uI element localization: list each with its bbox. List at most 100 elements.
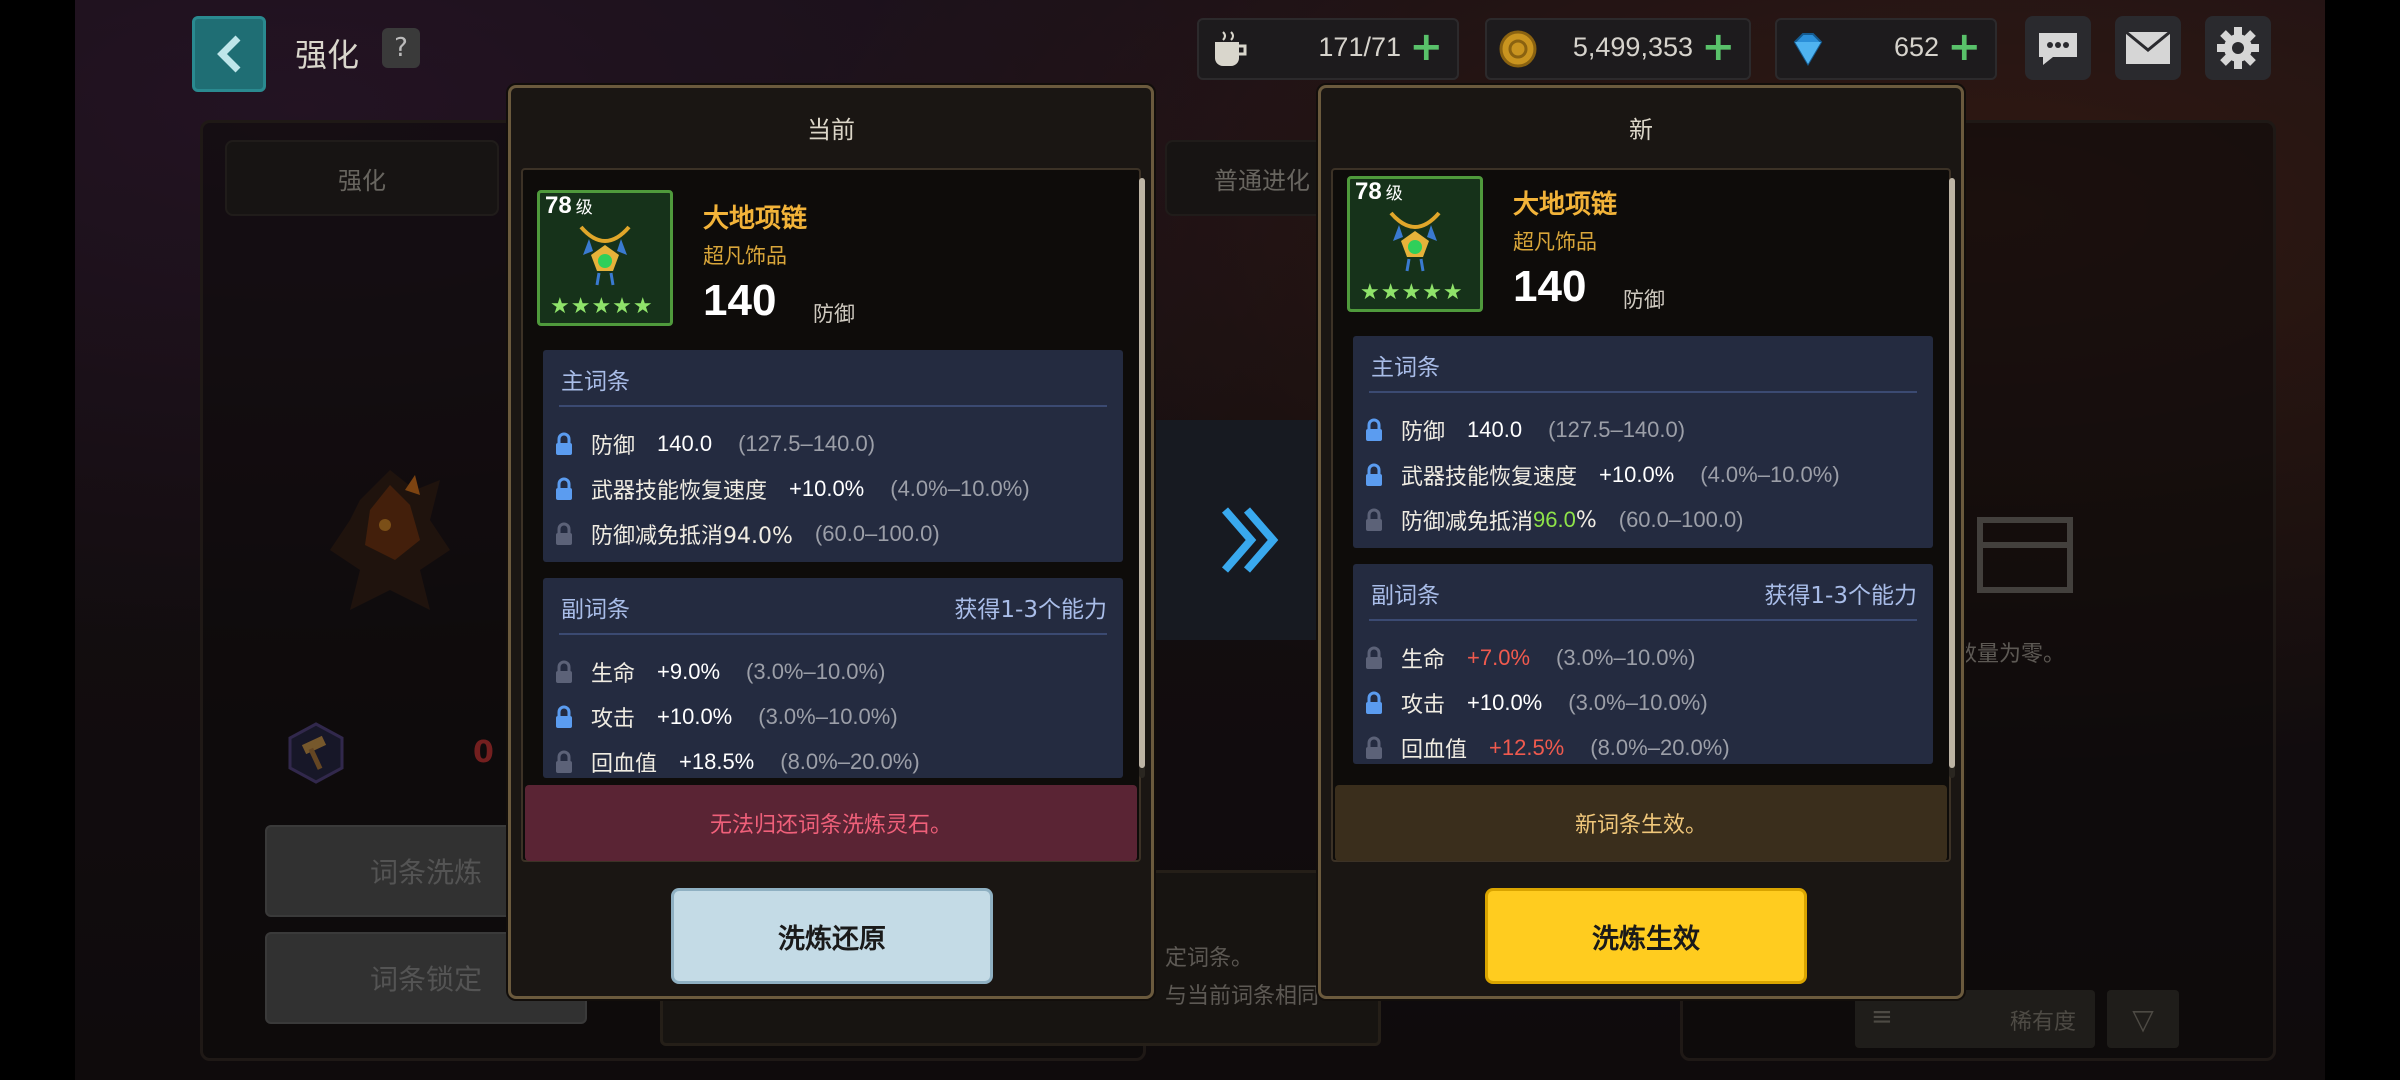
main-stats-panel: 主词条 防御 140.0 (127.5–140.0) 武器技能恢复速度 +10.… xyxy=(1353,336,1933,548)
stat-range: (8.0%–20.0%) xyxy=(1590,735,1730,760)
apply-button[interactable]: 洗炼生效 xyxy=(1485,888,1807,984)
stamina-plus-button[interactable]: + xyxy=(1409,24,1443,70)
current-detail: 78 级 ★★★★★ 大地项链 超凡饰品 140 防御 主词条 防御 140.0… xyxy=(521,168,1141,862)
gem-plus-button[interactable]: + xyxy=(1947,24,1981,70)
lock-open-icon[interactable] xyxy=(555,750,573,774)
gold-coin-icon xyxy=(1499,30,1537,68)
lock-open-icon[interactable] xyxy=(555,522,573,546)
game-screen: 强化 普通进化 0 词条洗炼 词条锁定 定词条。 与当前词条相同 数量为零。 ≡… xyxy=(75,0,2325,1080)
info-note-text: 新词条生效。 xyxy=(1574,813,1707,838)
stat-row: 防御 140.0 (127.5–140.0) xyxy=(1365,412,1685,448)
star-rating: ★★★★★ xyxy=(1360,280,1464,305)
divider xyxy=(559,405,1107,407)
gear-icon xyxy=(2217,27,2259,69)
stat-range: (60.0–100.0) xyxy=(1618,507,1744,532)
item-rarity: 超凡饰品 xyxy=(1513,230,1597,254)
sub-stats-note: 获得1-3个能力 xyxy=(1764,583,1917,609)
stat-name: 回血值 xyxy=(1401,738,1468,763)
lock-closed-icon[interactable] xyxy=(555,477,573,501)
chevron-left-icon xyxy=(217,35,241,73)
stat-value-new: 96.0 xyxy=(1533,507,1576,532)
item-icon-frame: 78 级 ★★★★★ xyxy=(1347,176,1483,312)
item-icon-frame: 78 级 ★★★★★ xyxy=(537,190,673,326)
stat-name: 生命 xyxy=(1401,648,1446,673)
stat-row: 生命 +9.0% (3.0%–10.0%) xyxy=(555,654,885,690)
stat-row: 攻击 +10.0% (3.0%–10.0%) xyxy=(1365,685,1708,721)
stat-value: 140.0 xyxy=(1467,417,1523,442)
gold-counter: 5,499,353 + xyxy=(1485,18,1751,80)
sub-stats-header: 副词条 xyxy=(1371,583,1440,609)
warning-note: 无法归还词条洗炼灵石。 xyxy=(525,785,1137,861)
stat-value: 140.0 xyxy=(657,431,713,456)
item-name: 大地项链 xyxy=(1513,190,1618,220)
item-level: 78 级 xyxy=(1355,178,1403,206)
stat-value: +12.5% xyxy=(1489,735,1565,760)
item-level-value: 78 xyxy=(1355,178,1382,205)
stat-name: 防御减免抵消 xyxy=(1401,510,1534,535)
stat-row: 回血值 +18.5% (8.0%–20.0%) xyxy=(555,744,920,780)
lock-open-icon[interactable] xyxy=(1365,508,1383,532)
back-button[interactable] xyxy=(192,16,266,92)
stat-name: 攻击 xyxy=(1401,693,1446,718)
stat-name: 武器技能恢复速度 xyxy=(591,479,768,504)
gold-plus-button[interactable]: + xyxy=(1701,24,1735,70)
stat-row: 回血值 +12.5% (8.0%–20.0%) xyxy=(1365,730,1730,766)
stat-value: +10.0% xyxy=(789,476,865,501)
stat-row: 防御减免抵消94.0% (60.0–100.0) xyxy=(555,516,940,552)
item-main-value: 140 xyxy=(1513,262,1587,311)
scrollbar-thumb[interactable] xyxy=(1139,178,1145,768)
stat-value: +7.0% xyxy=(1467,645,1531,670)
divider xyxy=(1369,619,1917,621)
main-stats-panel: 主词条 防御 140.0 (127.5–140.0) 武器技能恢复速度 +10.… xyxy=(543,350,1123,562)
stat-name: 武器技能恢复速度 xyxy=(1401,465,1578,490)
mail-button[interactable] xyxy=(2115,16,2181,80)
lock-closed-icon[interactable] xyxy=(1365,463,1383,487)
page-title: 强化 xyxy=(295,36,360,74)
divider xyxy=(1369,391,1917,393)
current-dialog: 当前 78 级 ★★★★★ 大地项链 超凡饰品 140 防御 主词条 防御 14… xyxy=(508,85,1154,999)
lock-open-icon[interactable] xyxy=(555,660,573,684)
stamina-counter: 171/71 + xyxy=(1197,18,1459,80)
lock-closed-icon[interactable] xyxy=(1365,418,1383,442)
lock-open-icon[interactable] xyxy=(1365,736,1383,760)
restore-button[interactable]: 洗炼还原 xyxy=(671,888,993,984)
new-dialog: 新 78 级 ★★★★★ 大地项链 超凡饰品 140 防御 主词条 防御 140… xyxy=(1318,85,1964,999)
restore-button-label: 洗炼还原 xyxy=(778,923,886,955)
item-main-label: 防御 xyxy=(813,302,855,326)
help-button[interactable]: ? xyxy=(382,28,420,68)
lock-closed-icon[interactable] xyxy=(1365,691,1383,715)
mail-icon xyxy=(2125,30,2171,64)
sub-stats-note: 获得1-3个能力 xyxy=(954,597,1107,623)
sub-stats-panel: 副词条 获得1-3个能力 生命 +7.0% (3.0%–10.0%) 攻击 +1… xyxy=(1353,564,1933,764)
divider xyxy=(559,633,1107,635)
apply-button-label: 洗炼生效 xyxy=(1592,923,1700,955)
item-level-unit: 级 xyxy=(1385,184,1403,203)
sub-stats-header: 副词条 xyxy=(561,597,630,623)
scrollbar-thumb[interactable] xyxy=(1949,178,1955,768)
scrollbar[interactable] xyxy=(1949,178,1955,778)
stat-row: 生命 +7.0% (3.0%–10.0%) xyxy=(1365,640,1695,676)
double-chevron-right-icon xyxy=(1221,507,1279,573)
item-rarity: 超凡饰品 xyxy=(703,244,787,268)
lock-open-icon[interactable] xyxy=(1365,646,1383,670)
chat-button[interactable] xyxy=(2025,16,2091,80)
gem-counter: 652 + xyxy=(1775,18,1997,80)
scrollbar[interactable] xyxy=(1139,178,1145,778)
diamond-icon xyxy=(1793,33,1823,66)
gem-value: 652 xyxy=(1893,32,1939,62)
stat-range: (8.0%–20.0%) xyxy=(780,749,920,774)
current-dialog-title: 当前 xyxy=(807,116,855,144)
lock-closed-icon[interactable] xyxy=(555,705,573,729)
item-main-value: 140 xyxy=(703,276,777,325)
lock-closed-icon[interactable] xyxy=(555,432,573,456)
stat-name: 生命 xyxy=(591,662,636,687)
info-note: 新词条生效。 xyxy=(1335,785,1947,861)
settings-button[interactable] xyxy=(2205,16,2271,80)
stat-range: (3.0%–10.0%) xyxy=(746,659,886,684)
gold-value: 5,499,353 xyxy=(1572,32,1693,62)
item-main-label: 防御 xyxy=(1623,288,1665,312)
item-level-unit: 级 xyxy=(575,198,593,217)
new-dialog-title: 新 xyxy=(1629,116,1653,144)
stat-row: 武器技能恢复速度 +10.0% (4.0%–10.0%) xyxy=(555,471,1030,507)
stat-range: (127.5–140.0) xyxy=(738,431,876,456)
